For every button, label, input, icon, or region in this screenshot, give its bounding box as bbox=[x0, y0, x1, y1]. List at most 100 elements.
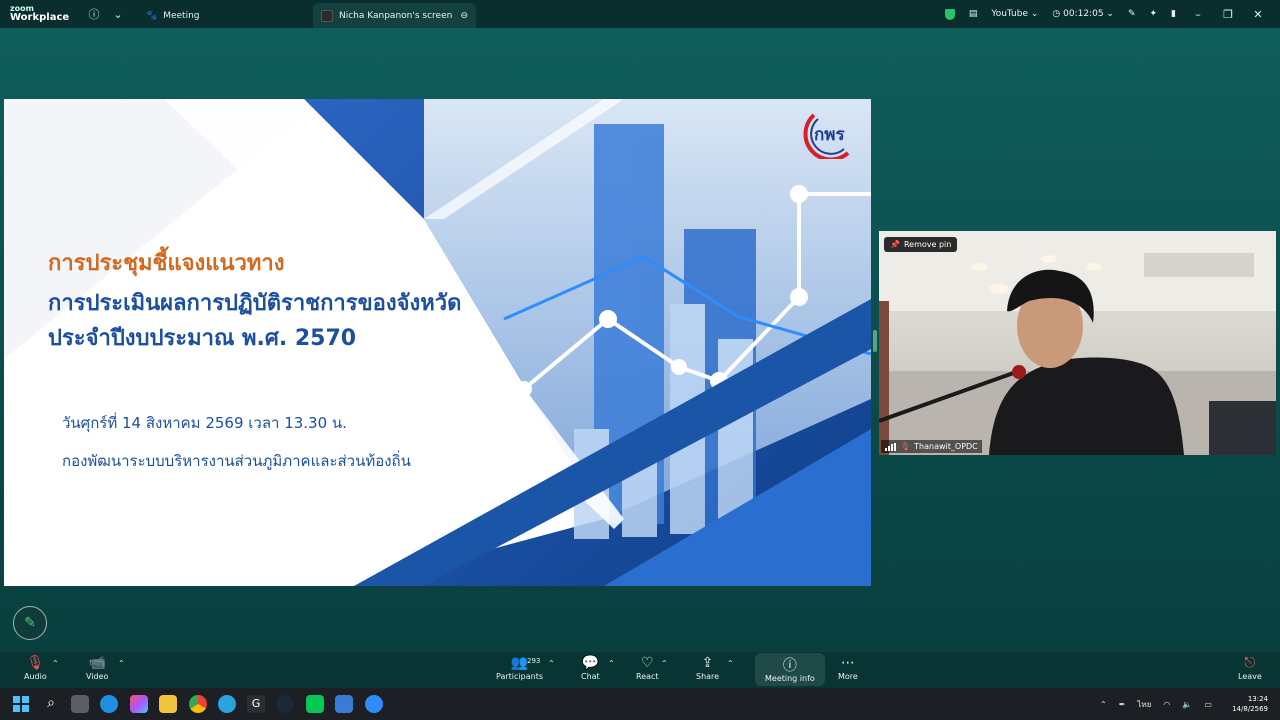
steam-icon[interactable] bbox=[276, 695, 294, 713]
participant-name: Thanawit_OPDC bbox=[914, 442, 978, 451]
pencil-icon: ✎ bbox=[24, 615, 36, 631]
zoom-logo: zoom Workplace bbox=[10, 4, 70, 23]
video-off-icon: 📹 bbox=[88, 655, 106, 671]
youtube-button[interactable]: YouTube ⌄ bbox=[991, 9, 1038, 19]
meeting-toolbar: 🎙 Audio ⌃ 📹 Video ⌃ 👥 Participants 293 ⌃… bbox=[0, 652, 1280, 688]
signal-icon bbox=[885, 442, 896, 451]
notepad-icon[interactable] bbox=[335, 695, 353, 713]
pin-icon: 📌 bbox=[890, 240, 900, 249]
video-label: Video bbox=[86, 672, 109, 681]
title-bar: zoom Workplace ⓘ ⌄ 🐾 Meeting Nicha Kanpa… bbox=[0, 0, 1280, 28]
participants-caret[interactable]: ⌃ bbox=[548, 659, 555, 668]
close-button[interactable]: ✕ bbox=[1250, 8, 1266, 21]
remove-pin-button[interactable]: 📌 Remove pin bbox=[884, 237, 958, 252]
video-frame bbox=[879, 231, 1276, 455]
tab-screen-label: Nicha Kanpanon's screen bbox=[339, 10, 453, 21]
chat-icon: 💬 bbox=[581, 655, 600, 671]
info-icon: ⓘ bbox=[782, 658, 797, 674]
tray-overflow-icon[interactable]: ⌃ bbox=[1100, 700, 1107, 709]
windows-taskbar: ⌕ G ⌃ ✒ ไทย ◠ 🔈 ▭ 13:24 14/8/2569 bbox=[0, 688, 1280, 720]
chat-label: Chat bbox=[581, 672, 600, 681]
shared-slide: กพร การประชุมชี้แจงแนวทาง การประเมินผลกา… bbox=[4, 99, 871, 586]
react-button[interactable]: ♡ React bbox=[636, 654, 659, 681]
app-g-icon[interactable]: G bbox=[247, 695, 265, 713]
edge-icon[interactable] bbox=[100, 695, 118, 713]
more-options-icon[interactable]: ⊖ bbox=[460, 11, 468, 21]
leave-label: Leave bbox=[1238, 672, 1262, 681]
slide-title-line1: การประชุมชี้แจงแนวทาง bbox=[48, 251, 285, 276]
tab-meeting[interactable]: 🐾 Meeting bbox=[138, 3, 208, 28]
chat-button[interactable]: 💬 Chat bbox=[581, 654, 600, 681]
copilot-icon[interactable] bbox=[130, 695, 148, 713]
share-label: Share bbox=[696, 672, 720, 681]
clock-date: 14/8/2569 bbox=[1232, 705, 1268, 713]
brand-logo: กพร bbox=[796, 109, 856, 159]
search-icon[interactable]: ⌕ bbox=[42, 695, 60, 713]
leave-button[interactable]: ⎋ Leave bbox=[1238, 654, 1262, 681]
layout-icon[interactable]: ▮ bbox=[1171, 9, 1176, 19]
slide-title-line3: ประจำปีงบประมาณ พ.ศ. 2570 bbox=[48, 326, 357, 351]
split-handle[interactable] bbox=[873, 330, 877, 352]
audio-options-caret[interactable]: ⌃ bbox=[52, 659, 59, 668]
chevron-down-icon[interactable]: ⌄ bbox=[110, 6, 126, 22]
wifi-icon[interactable]: ◠ bbox=[1163, 700, 1170, 709]
share-button[interactable]: ⇪ Share bbox=[696, 654, 719, 681]
task-view-icon[interactable] bbox=[71, 695, 89, 713]
chat-caret[interactable]: ⌃ bbox=[608, 659, 615, 668]
annotate-button[interactable]: ✎ bbox=[13, 606, 47, 640]
react-label: React bbox=[636, 672, 659, 681]
tab-meeting-label: Meeting bbox=[163, 10, 200, 21]
minimize-button[interactable]: – bbox=[1190, 8, 1206, 21]
pin-label: Remove pin bbox=[903, 240, 952, 249]
mic-muted-icon: 🎙 bbox=[26, 655, 45, 671]
restore-button[interactable]: ❐ bbox=[1220, 8, 1236, 21]
telegram-icon[interactable] bbox=[218, 695, 236, 713]
video-options-caret[interactable]: ⌃ bbox=[118, 659, 125, 668]
edit-icon[interactable]: ✎ bbox=[1128, 9, 1136, 19]
screen-icon bbox=[321, 9, 333, 22]
share-icon: ⇪ bbox=[701, 655, 714, 671]
leave-icon: ⎋ bbox=[1244, 655, 1256, 671]
clock-time: 13:24 bbox=[1247, 695, 1268, 703]
heart-icon: ♡ bbox=[641, 655, 654, 671]
transcript-icon[interactable]: ▤ bbox=[969, 9, 978, 19]
timer[interactable]: ◷ 00:12:05 ⌄ bbox=[1052, 9, 1114, 19]
clock[interactable]: 13:24 14/8/2569 bbox=[1232, 694, 1268, 714]
system-tray: ⌃ ✒ ไทย ◠ 🔈 ▭ bbox=[1100, 688, 1212, 720]
meeting-info-label: Meeting info bbox=[765, 674, 815, 683]
share-caret[interactable]: ⌃ bbox=[727, 659, 734, 668]
more-label: More bbox=[838, 672, 858, 681]
language-indicator[interactable]: ไทย bbox=[1137, 698, 1151, 711]
pen-icon[interactable]: ✒ bbox=[1119, 700, 1126, 709]
participant-name-bar: 🎙 Thanawit_OPDC bbox=[881, 440, 982, 453]
slide-title-line2: การประเมินผลการปฏิบัติราชการของจังหวัด bbox=[48, 291, 462, 316]
meeting-info-button[interactable]: ⓘ Meeting info bbox=[755, 653, 825, 686]
participant-video[interactable]: 📌 Remove pin 🎙 Thanawit_OPDC bbox=[879, 231, 1276, 455]
timer-value: 00:12:05 bbox=[1063, 9, 1104, 19]
more-icon: ⋯ bbox=[840, 655, 855, 671]
slide-date-line: วันศุกร์ที่ 14 สิงหาคม 2569 เวลา 13.30 น… bbox=[62, 414, 347, 432]
sparkle-icon[interactable]: ✦ bbox=[1150, 9, 1158, 19]
zoom-icon[interactable] bbox=[365, 695, 383, 713]
chrome-icon[interactable] bbox=[189, 695, 207, 713]
paw-icon: 🐾 bbox=[146, 10, 158, 21]
info-icon[interactable]: ⓘ bbox=[86, 6, 102, 22]
shield-icon[interactable] bbox=[944, 8, 955, 20]
react-caret[interactable]: ⌃ bbox=[661, 659, 668, 668]
mic-muted-icon: 🎙 bbox=[900, 442, 911, 451]
brand-text: กพร bbox=[814, 125, 845, 145]
line-icon[interactable] bbox=[306, 695, 324, 713]
logo-line2: Workplace bbox=[10, 12, 70, 23]
volume-icon[interactable]: 🔈 bbox=[1182, 700, 1192, 709]
participants-count: 293 bbox=[527, 657, 541, 665]
file-explorer-icon[interactable] bbox=[159, 695, 177, 713]
audio-button[interactable]: 🎙 Audio bbox=[24, 654, 47, 681]
more-button[interactable]: ⋯ More bbox=[838, 654, 858, 681]
battery-icon[interactable]: ▭ bbox=[1204, 700, 1212, 709]
participants-icon: 👥 bbox=[510, 655, 529, 671]
slide-org-line: กองพัฒนาระบบบริหารงานส่วนภูมิภาคและส่วนท… bbox=[62, 452, 411, 470]
windows-start-icon[interactable] bbox=[12, 695, 30, 713]
tab-shared-screen[interactable]: Nicha Kanpanon's screen ⊖ bbox=[313, 3, 476, 28]
audio-label: Audio bbox=[24, 672, 47, 681]
video-button[interactable]: 📹 Video bbox=[86, 654, 108, 681]
